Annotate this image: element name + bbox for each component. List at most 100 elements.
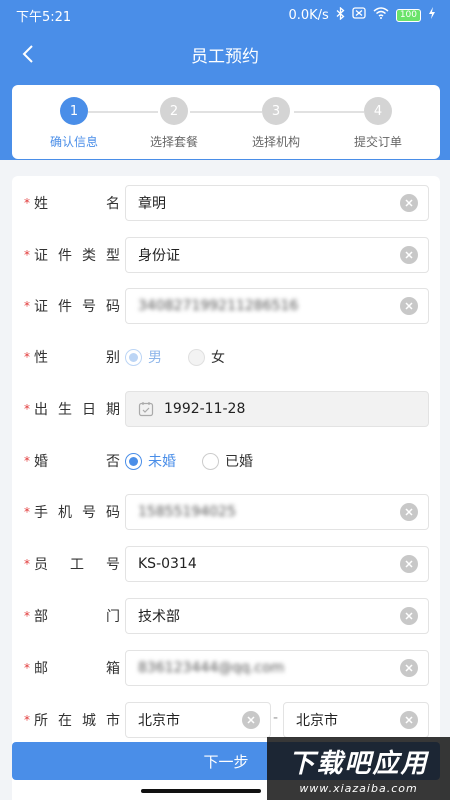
- email-value: 836123444@qq.com: [138, 660, 285, 676]
- form-row-phone: * 手机号码 15855194025: [12, 494, 440, 530]
- form-card: * 姓名 章明 * 证件类型 身份证 * 证件号码 34082719921128651…: [12, 176, 440, 800]
- birth-date-value: 1992-11-28: [164, 401, 246, 417]
- gender-option-male[interactable]: 男: [125, 347, 162, 367]
- watermark-title: 下载吧应用: [288, 748, 429, 779]
- required-mark: *: [24, 505, 30, 519]
- radio-label: 女: [211, 350, 225, 366]
- field-label-text: 部门: [34, 609, 120, 625]
- department-input[interactable]: 技术部: [125, 598, 429, 634]
- step-number: 1: [60, 97, 88, 125]
- required-mark: *: [24, 713, 30, 727]
- province-select[interactable]: 北京市: [125, 702, 271, 738]
- field-label-text: 手机号码: [34, 505, 120, 521]
- required-mark: *: [24, 196, 30, 210]
- field-label-text: 出生日期: [34, 402, 120, 418]
- status-bar: 下午5:21 0.0K/s 100: [0, 0, 450, 30]
- field-label: * 员工号: [24, 546, 120, 582]
- marital-option-single[interactable]: 未婚: [125, 451, 176, 471]
- sim-off-icon: [352, 7, 366, 23]
- required-mark: *: [24, 299, 30, 313]
- field-label: * 证件类型: [24, 237, 120, 273]
- clear-icon[interactable]: [400, 607, 418, 625]
- charging-icon: [428, 7, 436, 23]
- required-mark: *: [24, 661, 30, 675]
- clear-icon[interactable]: [400, 246, 418, 264]
- step-1: 1 确认信息: [34, 97, 114, 150]
- radio-label: 男: [148, 350, 162, 366]
- field-label-text: 姓名: [34, 196, 120, 212]
- gender-radio-group: 男 女: [125, 339, 251, 375]
- radio-icon: [202, 452, 219, 470]
- clear-icon[interactable]: [400, 555, 418, 573]
- field-label-text: 婚否: [34, 454, 120, 470]
- step-4: 4 提交订单: [338, 97, 418, 150]
- radio-icon: [125, 452, 142, 470]
- network-speed: 0.0K/s: [288, 7, 329, 23]
- steps-card: 1 确认信息 2 选择套餐 3 选择机构 4 提交订单: [12, 85, 440, 159]
- birth-date-picker[interactable]: 1992-11-28: [125, 391, 429, 427]
- field-label: * 部门: [24, 598, 120, 634]
- form-row-marital: * 婚否 未婚 已婚: [12, 443, 440, 479]
- step-label: 确认信息: [49, 135, 98, 149]
- city-value: 北京市: [296, 713, 338, 729]
- page-title: 员工预约: [191, 46, 259, 67]
- back-button[interactable]: [14, 40, 42, 68]
- field-label: * 姓名: [24, 185, 120, 221]
- clear-icon[interactable]: [242, 711, 260, 729]
- phone-input[interactable]: 15855194025: [125, 494, 429, 530]
- step-label: 提交订单: [353, 135, 402, 149]
- required-mark: *: [24, 557, 30, 571]
- nav-bar: 员工预约: [0, 30, 450, 78]
- clear-icon[interactable]: [400, 194, 418, 212]
- status-time: 下午5:21: [16, 9, 72, 25]
- id-number-value: 340827199211286516: [138, 298, 299, 314]
- required-mark: *: [24, 350, 30, 364]
- step-number: 2: [160, 97, 188, 125]
- employee-no-input[interactable]: KS-0314: [125, 546, 429, 582]
- phone-value: 15855194025: [138, 504, 236, 520]
- radio-label: 已婚: [225, 454, 253, 470]
- form-row-email: * 邮箱 836123444@qq.com: [12, 650, 440, 686]
- required-mark: *: [24, 248, 30, 262]
- id-type-select[interactable]: 身份证: [125, 237, 429, 273]
- field-label: * 所在城市: [24, 702, 120, 738]
- step-number: 3: [262, 97, 290, 125]
- gender-option-female[interactable]: 女: [188, 347, 225, 367]
- email-input[interactable]: 836123444@qq.com: [125, 650, 429, 686]
- field-label-text: 证件类型: [34, 248, 120, 264]
- city-separator: -: [273, 710, 279, 726]
- clear-icon[interactable]: [400, 711, 418, 729]
- employee-no-value: KS-0314: [138, 556, 197, 572]
- calendar-icon: [138, 402, 154, 417]
- name-input[interactable]: 章明: [125, 185, 429, 221]
- battery-indicator: 100: [395, 8, 421, 22]
- form-row-employee-no: * 员工号 KS-0314: [12, 546, 440, 582]
- step-2: 2 选择套餐: [134, 97, 214, 150]
- form-row-birth-date: * 出生日期 1992-11-28: [12, 391, 440, 427]
- field-label: * 出生日期: [24, 391, 120, 427]
- form-row-department: * 部门 技术部: [12, 598, 440, 634]
- clear-icon[interactable]: [400, 659, 418, 677]
- field-label-text: 邮箱: [34, 661, 120, 677]
- field-label-text: 员工号: [34, 557, 120, 573]
- id-type-value: 身份证: [138, 248, 180, 264]
- id-number-input[interactable]: 340827199211286516: [125, 288, 429, 324]
- clear-icon[interactable]: [400, 503, 418, 521]
- department-value: 技术部: [138, 609, 180, 625]
- home-indicator[interactable]: [141, 789, 261, 793]
- bluetooth-icon: [336, 6, 345, 24]
- wifi-icon: [373, 7, 389, 23]
- marital-radio-group: 未婚 已婚: [125, 443, 279, 479]
- form-row-city: * 所在城市 北京市 - 北京市: [12, 702, 440, 738]
- clear-icon[interactable]: [400, 297, 418, 315]
- field-label: * 婚否: [24, 443, 120, 479]
- required-mark: *: [24, 402, 30, 416]
- required-mark: *: [24, 454, 30, 468]
- step-3: 3 选择机构: [236, 97, 316, 150]
- step-label: 选择机构: [251, 135, 300, 149]
- radio-icon: [188, 348, 205, 366]
- step-number: 4: [364, 97, 392, 125]
- marital-option-married[interactable]: 已婚: [202, 451, 253, 471]
- chevron-left-icon: [22, 45, 33, 63]
- city-select[interactable]: 北京市: [283, 702, 429, 738]
